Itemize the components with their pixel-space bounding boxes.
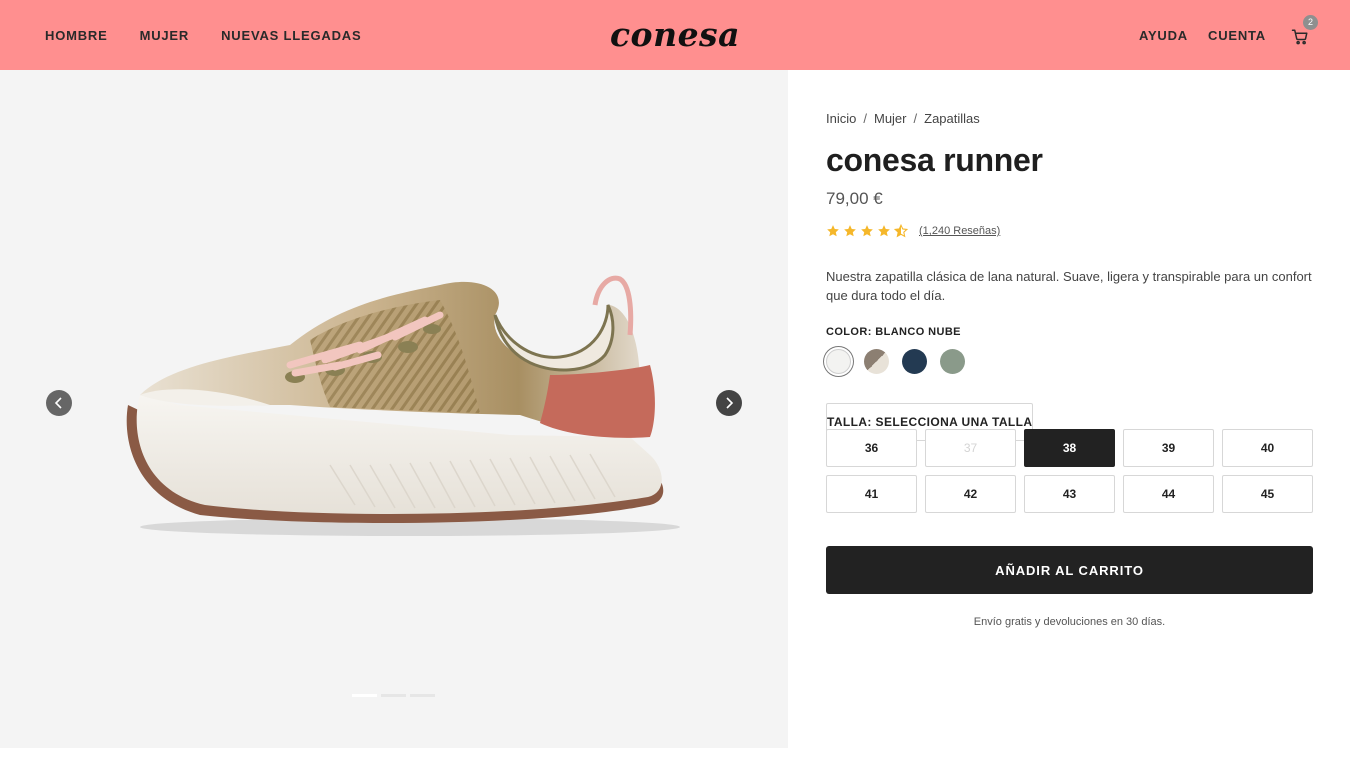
nav-link-ayuda[interactable]: AYUDA: [1139, 28, 1188, 43]
gallery-pagination: [352, 694, 435, 697]
color-swatches: [826, 349, 965, 374]
size-option-43[interactable]: 43: [1024, 475, 1115, 513]
reviews-link[interactable]: (1,240 Reseñas): [919, 225, 1000, 237]
cart-icon: [1291, 29, 1308, 45]
breadcrumb-separator: /: [913, 111, 918, 126]
chevron-left-icon: [54, 397, 62, 409]
product-title: conesa runner: [826, 142, 1043, 178]
star-full-icon: [827, 225, 839, 237]
star-full-icon: [844, 225, 856, 237]
main-nav: HOMBRE MUJER NUEVAS LLEGADAS: [45, 0, 361, 70]
size-option-42[interactable]: 42: [925, 475, 1016, 513]
color-label: COLOR: BLANCO NUBE: [826, 326, 961, 338]
gallery-dot-2[interactable]: [381, 694, 406, 697]
color-swatch-sage[interactable]: [940, 349, 965, 374]
product-price: 79,00 €: [826, 189, 883, 208]
size-option-36[interactable]: 36: [826, 429, 917, 467]
star-full-icon: [861, 225, 873, 237]
product-description: Nuestra zapatilla clásica de lana natura…: [826, 269, 1312, 303]
utility-nav: AYUDA CUENTA 2: [1139, 0, 1318, 70]
breadcrumb: Inicio / Mujer / Zapatillas: [826, 111, 980, 126]
cart-button[interactable]: 2: [1290, 15, 1318, 46]
gallery-prev-button[interactable]: [46, 390, 72, 416]
add-to-cart-button[interactable]: AÑADIR AL CARRITO: [826, 546, 1313, 594]
color-swatch-navy[interactable]: [902, 349, 927, 374]
breadcrumb-mujer[interactable]: Mujer: [874, 111, 907, 126]
nav-link-nuevas-llegadas[interactable]: NUEVAS LLEGADAS: [221, 28, 361, 43]
size-option-44[interactable]: 44: [1123, 475, 1214, 513]
chevron-right-icon: [726, 397, 734, 409]
site-header: HOMBRE MUJER NUEVAS LLEGADAS conesa AYUD…: [0, 0, 1350, 70]
size-option-37: 37: [925, 429, 1016, 467]
breadcrumb-zapatillas[interactable]: Zapatillas: [924, 111, 980, 126]
size-option-39[interactable]: 39: [1123, 429, 1214, 467]
color-swatch-taupe[interactable]: [864, 349, 889, 374]
nav-link-hombre[interactable]: HOMBRE: [45, 28, 108, 43]
shipping-note: Envío gratis y devoluciones en 30 días.: [973, 616, 1166, 628]
nav-link-cuenta[interactable]: CUENTA: [1208, 28, 1266, 43]
product-gallery: [0, 70, 788, 748]
size-grid: 36 37 38 39 40 41 42 43 44 45: [826, 429, 1313, 513]
size-option-41[interactable]: 41: [826, 475, 917, 513]
size-option-45[interactable]: 45: [1222, 475, 1313, 513]
product-rating: (1,240 Reseñas): [826, 224, 1000, 238]
star-full-icon: [878, 225, 890, 237]
product-image-sneaker: [126, 275, 680, 536]
breadcrumb-separator: /: [863, 111, 867, 126]
star-half-icon: [894, 224, 908, 238]
breadcrumb-inicio[interactable]: Inicio: [826, 111, 856, 126]
size-option-40[interactable]: 40: [1222, 429, 1313, 467]
gallery-next-button[interactable]: [716, 390, 742, 416]
cart-count-badge: 2: [1303, 15, 1318, 30]
gallery-dot-3[interactable]: [410, 694, 435, 697]
gallery-dot-1[interactable]: [352, 694, 377, 697]
nav-link-mujer[interactable]: MUJER: [140, 28, 190, 43]
size-option-38[interactable]: 38: [1024, 429, 1115, 467]
color-swatch-blanco-nube[interactable]: [826, 349, 851, 374]
